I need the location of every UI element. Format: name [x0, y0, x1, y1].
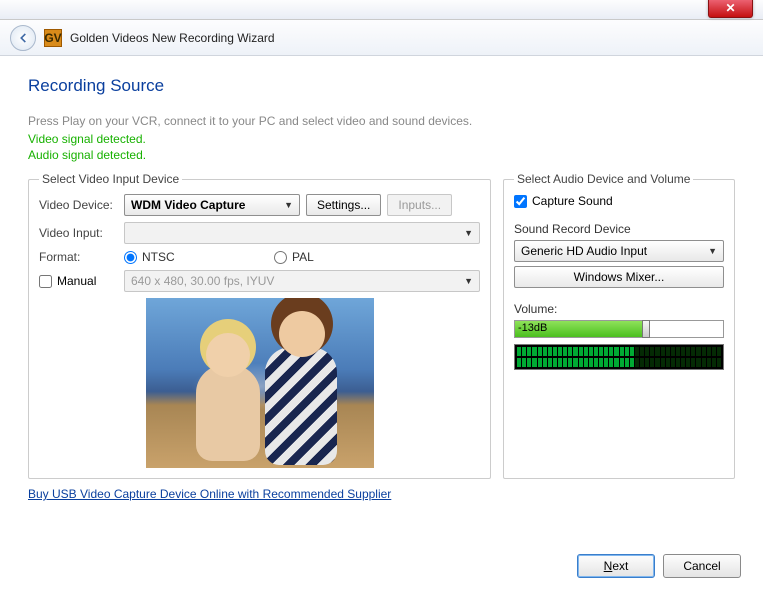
settings-button[interactable]: Settings... [306, 194, 381, 216]
instruction-text: Press Play on your VCR, connect it to yo… [28, 114, 735, 128]
app-icon: GV [44, 29, 62, 47]
volume-slider[interactable]: -13dB [514, 320, 724, 338]
record-device-combo[interactable]: Generic HD Audio Input ▼ [514, 240, 724, 262]
page-title: Recording Source [28, 76, 735, 96]
record-device-label: Sound Record Device [514, 222, 724, 236]
wizard-header: GV Golden Videos New Recording Wizard [0, 20, 763, 56]
window-title: Golden Videos New Recording Wizard [70, 31, 275, 45]
resolution-combo: 640 x 480, 30.00 fps, IYUV ▼ [124, 270, 480, 292]
chevron-down-icon: ▼ [284, 200, 293, 210]
back-arrow-icon [16, 31, 30, 45]
manual-checkbox[interactable]: Manual [39, 274, 124, 288]
chevron-down-icon: ▼ [708, 246, 717, 256]
close-icon: ✕ [725, 1, 735, 15]
level-meter [514, 344, 724, 370]
inputs-button: Inputs... [387, 194, 452, 216]
format-pal-radio[interactable]: PAL [274, 250, 314, 264]
cancel-button[interactable]: Cancel [663, 554, 741, 578]
video-status: Video signal detected. [28, 132, 735, 146]
video-preview [146, 298, 374, 468]
footer-buttons: Next Cancel [577, 554, 741, 578]
video-input-label: Video Input: [39, 226, 124, 240]
chevron-down-icon: ▼ [464, 228, 473, 238]
audio-panel-legend: Select Audio Device and Volume [514, 172, 693, 186]
volume-label: Volume: [514, 302, 724, 316]
capture-sound-checkbox[interactable]: Capture Sound [514, 194, 724, 208]
format-label: Format: [39, 250, 124, 264]
volume-thumb[interactable] [642, 320, 650, 338]
back-button[interactable] [10, 25, 36, 51]
video-input-combo[interactable]: ▼ [124, 222, 480, 244]
close-button[interactable]: ✕ [708, 0, 753, 18]
windows-mixer-button[interactable]: Windows Mixer... [514, 266, 724, 288]
next-button[interactable]: Next [577, 554, 655, 578]
video-input-panel: Select Video Input Device Video Device: … [28, 172, 491, 479]
audio-panel: Select Audio Device and Volume Capture S… [503, 172, 735, 479]
video-device-combo[interactable]: WDM Video Capture ▼ [124, 194, 300, 216]
buy-device-link[interactable]: Buy USB Video Capture Device Online with… [28, 487, 391, 501]
audio-status: Audio signal detected. [28, 148, 735, 162]
video-panel-legend: Select Video Input Device [39, 172, 182, 186]
volume-db-text: -13dB [518, 322, 547, 334]
format-ntsc-radio[interactable]: NTSC [124, 250, 274, 264]
chevron-down-icon: ▼ [464, 276, 473, 286]
video-device-label: Video Device: [39, 198, 124, 212]
title-bar: ✕ [0, 0, 763, 20]
